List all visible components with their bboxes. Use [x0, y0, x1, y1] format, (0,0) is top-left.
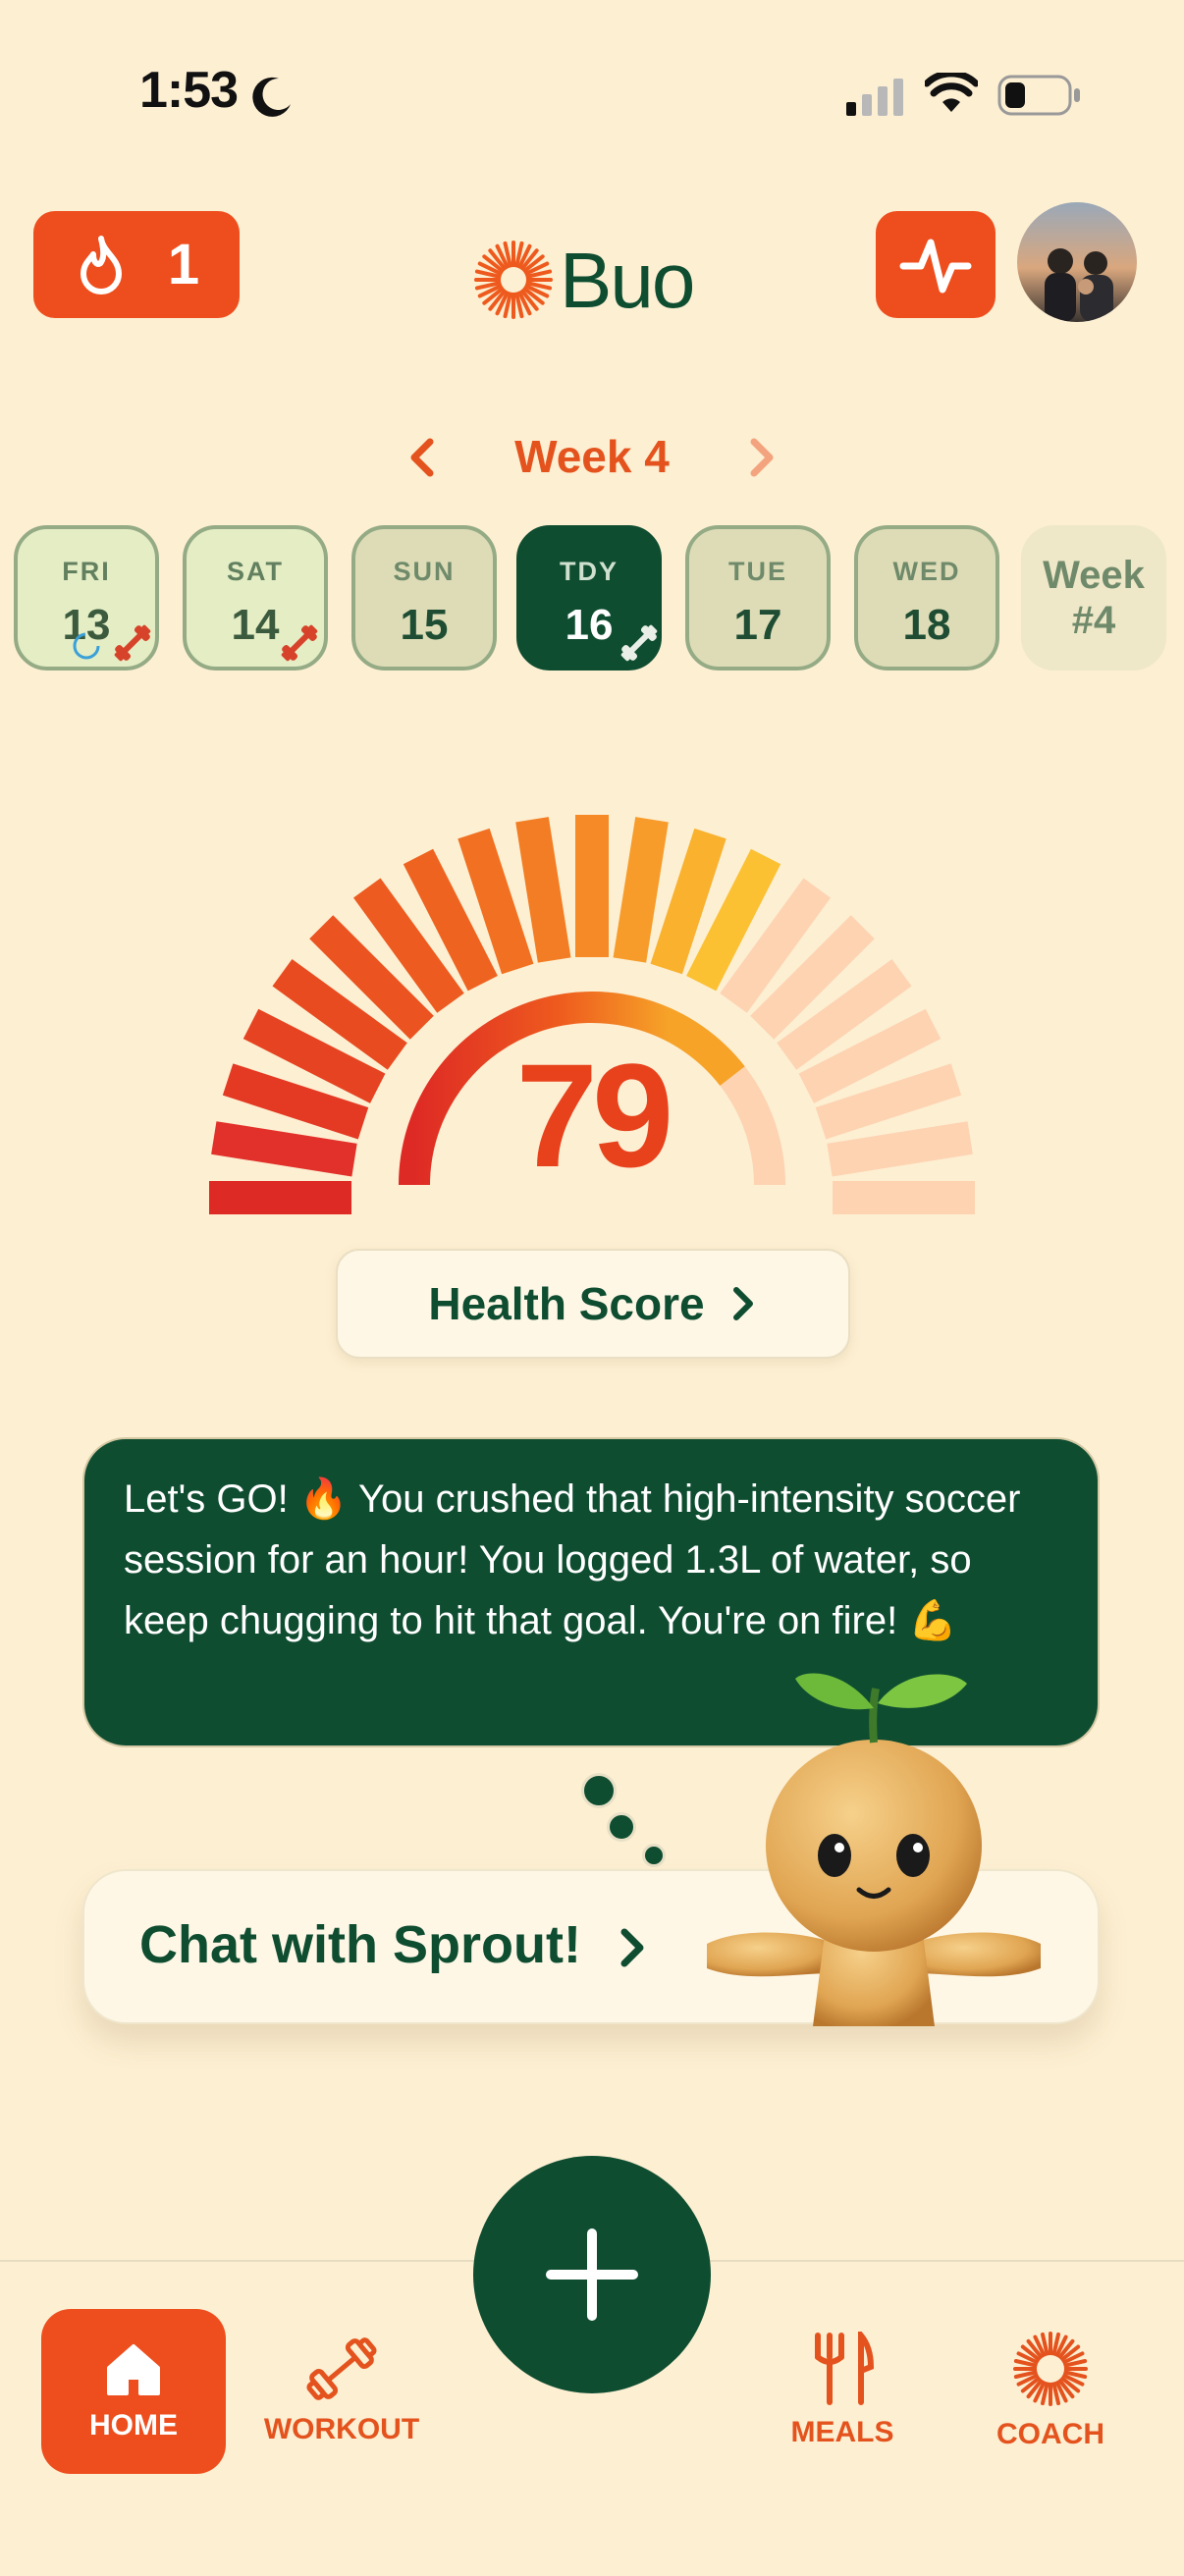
streak-badge[interactable]: 1	[33, 211, 240, 318]
streak-count: 1	[167, 233, 200, 296]
gauge-ray	[515, 817, 571, 963]
health-score-value: 79	[515, 1033, 674, 1198]
chevron-right-icon[interactable]	[742, 436, 781, 479]
dumbbell-icon	[306, 2337, 377, 2400]
day-number: 18	[902, 601, 951, 649]
chevron-left-icon[interactable]	[403, 436, 442, 479]
fork-knife-icon	[815, 2332, 875, 2405]
day-pill-sun[interactable]: SUN 15	[351, 525, 497, 671]
day-label: TDY	[560, 557, 619, 586]
week-pill-line1: Week	[1043, 554, 1145, 597]
day-number: 16	[565, 601, 614, 649]
week-summary-pill[interactable]: Week #4	[1021, 525, 1166, 671]
app-logo: Buo	[560, 237, 695, 324]
progress-ring-icon	[73, 632, 100, 660]
gauge-ray	[211, 1121, 357, 1177]
chevron-right-icon	[620, 1928, 644, 1967]
chevron-right-icon	[732, 1287, 753, 1320]
week-label: Week 4	[514, 431, 670, 482]
thought-dot	[607, 1812, 636, 1842]
dumbbell-icon	[114, 624, 151, 662]
dumbbell-icon	[281, 624, 318, 662]
day-pill-wed[interactable]: WED 18	[854, 525, 999, 671]
day-number: 15	[400, 601, 449, 649]
chat-label: Chat with Sprout!	[139, 1915, 581, 1974]
gauge-ray	[613, 817, 669, 963]
day-number: 17	[733, 601, 782, 649]
dumbbell-icon	[620, 624, 658, 662]
day-number: 14	[231, 601, 280, 649]
tab-label: COACH	[996, 2418, 1104, 2450]
sprout-mascot[interactable]	[677, 1649, 1070, 2026]
tab-workout[interactable]: WORKOUT	[251, 2317, 432, 2464]
day-label: WED	[892, 557, 961, 586]
day-label: FRI	[62, 557, 111, 586]
tab-coach[interactable]: COACH	[972, 2317, 1129, 2464]
week-pill-line2: #4	[1071, 599, 1116, 642]
add-button[interactable]	[473, 2156, 711, 2393]
activity-button[interactable]	[876, 211, 996, 318]
status-time: 1:53	[139, 62, 239, 119]
tab-label: WORKOUT	[263, 2413, 420, 2445]
thought-dot	[642, 1844, 666, 1867]
signal-icon	[846, 79, 903, 116]
flame-icon	[80, 235, 122, 295]
health-score-button[interactable]: Health Score	[336, 1249, 850, 1359]
coach-message-text: Let's GO! 🔥 You crushed that high-intens…	[124, 1477, 1021, 1642]
week-navigator: Week 4	[0, 422, 1184, 491]
logo-sun-icon	[474, 241, 553, 319]
home-icon	[107, 2344, 160, 2395]
day-label: SUN	[393, 557, 456, 586]
plus-icon	[546, 2228, 638, 2321]
pulse-icon	[899, 239, 972, 293]
day-label: TUE	[728, 557, 787, 586]
tab-label: MEALS	[790, 2416, 894, 2448]
tab-label: HOME	[89, 2409, 178, 2442]
tab-home[interactable]: HOME	[41, 2309, 226, 2474]
moon-icon	[252, 77, 291, 117]
tab-meals[interactable]: MEALS	[764, 2317, 921, 2464]
battery-icon	[997, 75, 1080, 116]
day-pill-tue[interactable]: TUE 17	[685, 525, 831, 671]
avatar[interactable]	[1017, 202, 1137, 322]
day-label: SAT	[227, 557, 284, 586]
thought-dot	[581, 1773, 617, 1808]
wifi-icon	[925, 73, 978, 112]
sun-coach-icon	[1013, 2332, 1088, 2406]
gauge-ray	[827, 1121, 973, 1177]
health-score-label: Health Score	[428, 1278, 705, 1329]
